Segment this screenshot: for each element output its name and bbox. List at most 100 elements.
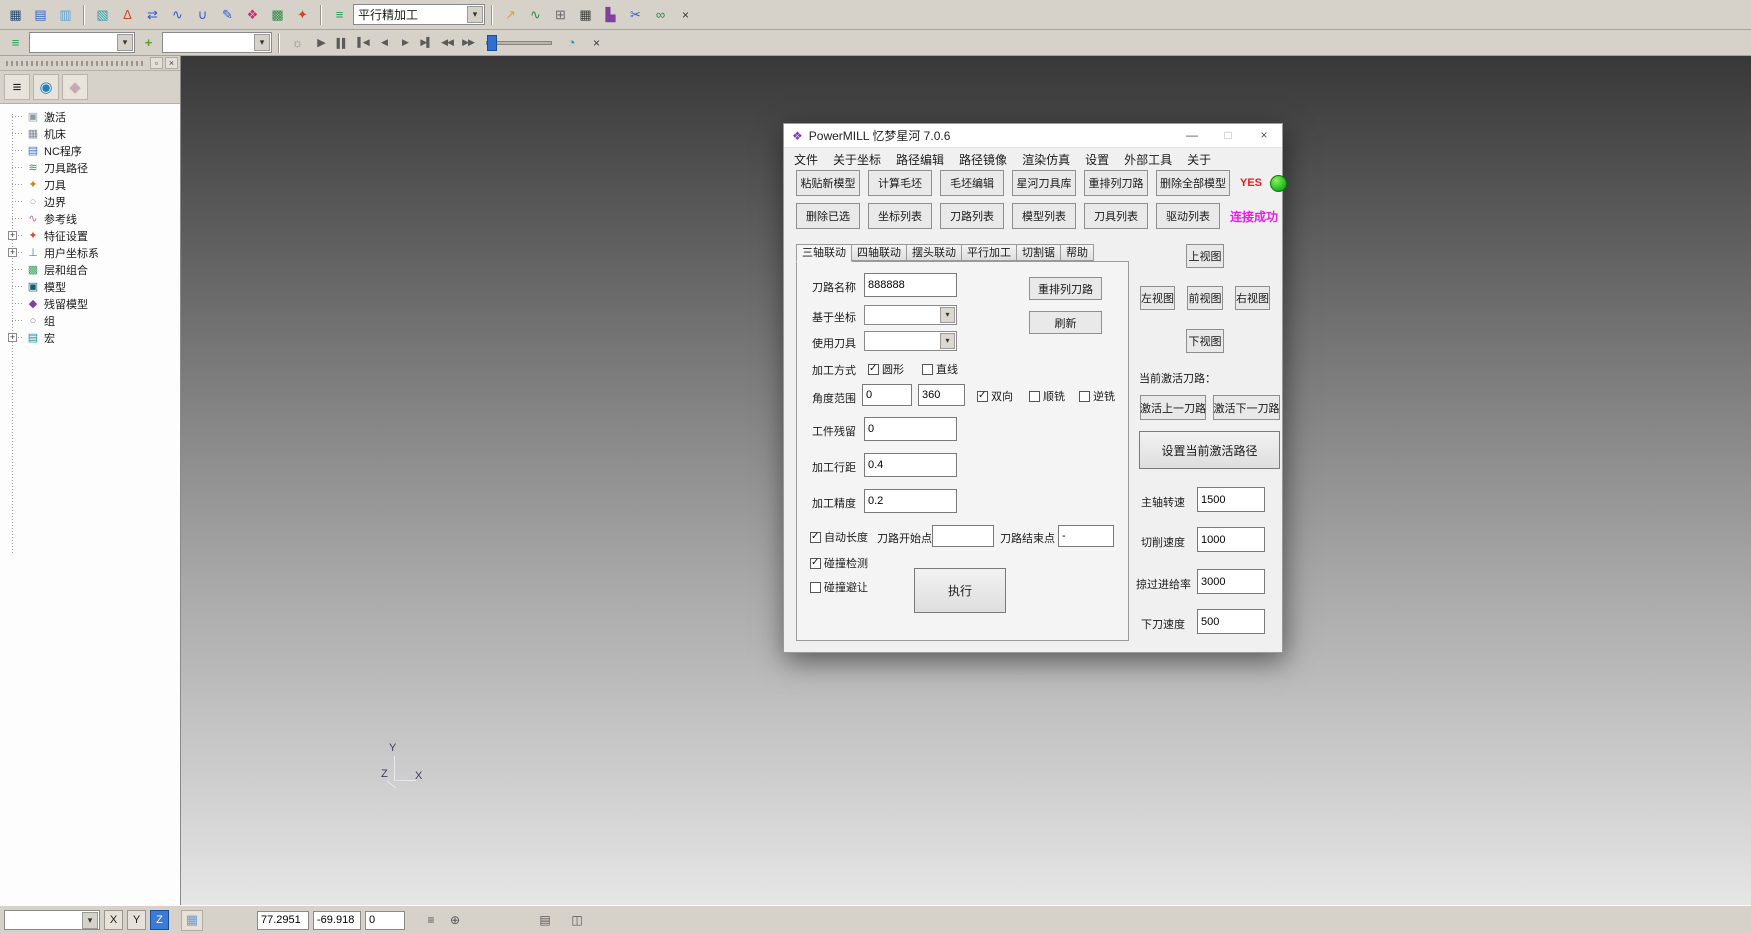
view-front-button[interactable]: 前视图 (1187, 286, 1223, 310)
tree-item-tools[interactable]: ✦ 刀具 (0, 176, 180, 193)
view-left-button[interactable]: 左视图 (1140, 286, 1175, 310)
menu-external-tools[interactable]: 外部工具 (1124, 151, 1172, 168)
tree-item-stock-models[interactable]: ◆ 残留模型 (0, 295, 180, 312)
edit-icon[interactable]: ✎ (216, 4, 239, 26)
bulb-icon[interactable]: ☼ (286, 32, 309, 54)
pattern-icon[interactable]: ❖ (241, 4, 264, 26)
levels-icon[interactable]: ▩ (266, 4, 289, 26)
drive-list-button[interactable]: 驱动列表 (1156, 203, 1220, 229)
view-top-button[interactable]: 上视图 (1186, 244, 1224, 268)
tool-icon[interactable]: + (137, 32, 160, 54)
stock-allowance-input[interactable] (864, 417, 957, 441)
activate-prev-toolpath-button[interactable]: 激活上一刀路 (1140, 395, 1206, 420)
angle-end-input[interactable] (918, 384, 965, 406)
tab-help[interactable]: 帮助 (1060, 244, 1094, 261)
tool-axis-icon[interactable]: ↗ (499, 4, 522, 26)
step-forward-button[interactable]: ▶ (395, 33, 415, 53)
z-axis-button[interactable]: Z (150, 910, 169, 930)
tab-tilt-head[interactable]: 摆头联动 (906, 244, 962, 261)
tree-item-nc-programs[interactable]: ▤ NC程序 (0, 142, 180, 159)
new-model-icon[interactable]: ▦ (4, 4, 27, 26)
view-bottom-button[interactable]: 下视图 (1186, 329, 1224, 353)
tool-select[interactable]: ▾ (864, 331, 957, 351)
menu-file[interactable]: 文件 (794, 151, 818, 168)
stats-icon[interactable]: ▙ (599, 4, 622, 26)
delete-selected-button[interactable]: 删除已选 (796, 203, 860, 229)
start-point-input[interactable] (932, 525, 994, 547)
fast-forward-button[interactable]: ▶▶ (458, 33, 478, 53)
curve-icon[interactable]: ∿ (166, 4, 189, 26)
simulation-toolbar-close-button[interactable]: × (585, 32, 608, 54)
coord-select[interactable]: ▾ (864, 305, 957, 325)
x-axis-button[interactable]: X (104, 910, 123, 930)
set-active-path-button[interactable]: 设置当前激活路径 (1139, 431, 1280, 469)
y-axis-button[interactable]: Y (127, 910, 146, 930)
paste-new-model-button[interactable]: 粘贴新模型 (796, 170, 860, 196)
expand-icon[interactable]: + (8, 248, 17, 257)
stepover-input[interactable] (864, 453, 957, 477)
menu-render-sim[interactable]: 渲染仿真 (1022, 151, 1070, 168)
circle-checkbox[interactable]: 圆形 (868, 361, 904, 377)
tree-item-machine-tools[interactable]: ▦ 机床 (0, 125, 180, 142)
skim-feed-input[interactable] (1197, 569, 1265, 594)
tool-select[interactable]: ▾ (162, 32, 272, 53)
compute-stock-button[interactable]: 计算毛坯 (868, 170, 932, 196)
menu-path-mirror[interactable]: 路径镜像 (959, 151, 1007, 168)
tree-item-boundaries[interactable]: ○ 边界 (0, 193, 180, 210)
tree-item-toolpaths[interactable]: ≋ 刀具路径 (0, 159, 180, 176)
tree-item-activate[interactable]: ▣ 激活 (0, 108, 180, 125)
view-right-button[interactable]: 右视图 (1235, 286, 1270, 310)
panels-icon[interactable]: ◫ (567, 910, 587, 930)
simulation-speed-slider[interactable] (486, 34, 552, 52)
menu-path-edit[interactable]: 路径编辑 (896, 151, 944, 168)
spindle-speed-input[interactable] (1197, 487, 1265, 512)
clipboard-icon[interactable]: ▤ (535, 910, 555, 930)
refresh-button[interactable]: 刷新 (1029, 311, 1102, 334)
clip-icon[interactable]: ✂ (624, 4, 647, 26)
list-icon[interactable]: ≡ (421, 910, 441, 930)
grid-toggle-button[interactable]: ▦ (181, 910, 203, 931)
pointer-icon[interactable]: ⊕ (445, 910, 465, 930)
toolpath-list-icon[interactable]: ≡ (4, 32, 27, 54)
coord-list-button[interactable]: 坐标列表 (868, 203, 932, 229)
panel-drag-grip[interactable] (6, 61, 144, 66)
dialog-title-bar[interactable]: ❖ PowerMILL 忆梦星河 7.0.6 — □ × (784, 124, 1282, 148)
coord-y-input[interactable] (313, 911, 361, 930)
menu-about-coords[interactable]: 关于坐标 (833, 151, 881, 168)
globe-icon[interactable]: ◉ (33, 74, 59, 100)
tolerance-input[interactable] (864, 489, 957, 513)
hierarchy-icon[interactable]: ≡ (4, 74, 30, 100)
line-checkbox[interactable]: 直线 (922, 361, 958, 377)
stock-edit-button[interactable]: 毛坯编辑 (940, 170, 1004, 196)
model-list-button[interactable]: 模型列表 (1012, 203, 1076, 229)
slider-handle[interactable] (487, 35, 497, 51)
collision-avoid-checkbox[interactable]: 碰撞避让 (810, 579, 868, 595)
panel-close-button[interactable]: × (165, 57, 178, 69)
calculator-icon[interactable]: ▦ (574, 4, 597, 26)
step-end-button[interactable]: ▶▌ (416, 33, 436, 53)
coord-z-input[interactable] (365, 911, 405, 930)
strategy-icon[interactable]: ≡ (328, 4, 351, 26)
graph-icon[interactable]: ∿ (524, 4, 547, 26)
collision-check-checkbox[interactable]: 碰撞检测 (810, 555, 868, 571)
step-back-button[interactable]: ◀ (374, 33, 394, 53)
conventional-checkbox[interactable]: 逆铣 (1079, 388, 1115, 404)
end-point-input[interactable] (1058, 525, 1114, 547)
close-button[interactable]: × (1246, 124, 1282, 148)
tree-item-groups[interactable]: ○ 组 (0, 312, 180, 329)
climb-checkbox[interactable]: 顺铣 (1029, 388, 1065, 404)
main-toolbar-close-button[interactable]: × (674, 4, 697, 26)
delete-all-models-button[interactable]: 删除全部模型 (1156, 170, 1230, 196)
toolpath-name-input[interactable] (864, 273, 957, 297)
tool-library-button[interactable]: 星河刀具库 (1012, 170, 1076, 196)
tree-item-patterns[interactable]: ∿ 参考线 (0, 210, 180, 227)
save-icon[interactable]: ▤ (29, 4, 52, 26)
tool-list-button[interactable]: 刀具列表 (1084, 203, 1148, 229)
angle-start-input[interactable] (862, 384, 912, 406)
coord-x-input[interactable] (257, 911, 309, 930)
panel-pin-button[interactable]: ▫ (150, 57, 163, 69)
tree-item-models[interactable]: ▣ 模型 (0, 278, 180, 295)
block-icon[interactable]: ▧ (91, 4, 114, 26)
frame-icon[interactable]: ⊞ (549, 4, 572, 26)
execute-button[interactable]: 执行 (914, 568, 1006, 613)
